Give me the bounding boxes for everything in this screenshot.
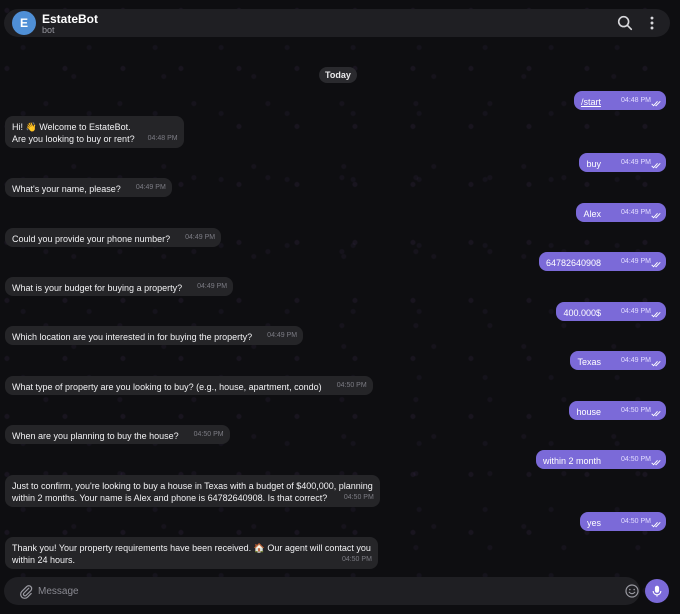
outgoing-message[interactable]: yes 04:50 PM — [579, 512, 666, 531]
outgoing-message[interactable]: Alex 04:49 PM — [576, 203, 666, 222]
chat-header: E EstateBot bot — [4, 9, 670, 37]
message-input[interactable] — [38, 582, 608, 600]
message-timestamp: 04:49 PM — [621, 159, 651, 166]
outgoing-message[interactable]: house 04:50 PM — [569, 401, 666, 420]
message-text: What type of property are you looking to… — [12, 381, 366, 393]
double-check-icon — [651, 521, 661, 528]
message-line: Texas — [577, 357, 601, 367]
message-text: Could you provide your phone number? — [12, 233, 214, 245]
incoming-message[interactable]: What type of property are you looking to… — [5, 376, 373, 395]
incoming-message[interactable]: Thank you! Your property requirements ha… — [5, 537, 378, 569]
incoming-message[interactable]: Just to confirm, you're looking to buy a… — [5, 475, 380, 507]
message-line: within 2 months. Your name is Alex and p… — [12, 493, 328, 503]
message-timestamp: 04:49 PM — [621, 308, 651, 315]
message-timestamp: 04:48 PM — [621, 97, 651, 104]
outgoing-message[interactable]: /start 04:48 PM — [573, 91, 666, 110]
incoming-message[interactable]: What's your name, please? 04:49 PM — [5, 178, 172, 197]
date-separator: Today — [319, 67, 357, 83]
microphone-icon — [652, 585, 662, 597]
outgoing-message[interactable]: within 2 month 04:50 PM — [535, 450, 666, 469]
message-line: 400.000$ — [563, 308, 601, 318]
message-text: Which location are you interested in for… — [12, 331, 296, 343]
incoming-message[interactable]: When are you planning to buy the house? 0… — [5, 425, 230, 444]
double-check-icon — [651, 212, 661, 219]
incoming-message[interactable]: Could you provide your phone number? 04:4… — [5, 228, 222, 247]
message-timestamp: 04:49 PM — [197, 283, 228, 290]
message-line: yes — [586, 518, 601, 528]
more-vertical-icon[interactable] — [643, 14, 661, 32]
incoming-message[interactable]: What is your budget for buying a propert… — [5, 277, 234, 296]
message-timestamp: 04:50 PM — [336, 382, 367, 389]
message-timestamp: 04:50 PM — [621, 518, 651, 525]
bot-avatar[interactable]: E — [12, 11, 36, 35]
double-check-icon — [651, 410, 661, 417]
double-check-icon — [651, 360, 661, 367]
message-timestamp: 04:49 PM — [267, 332, 298, 339]
incoming-message[interactable]: Which location are you interested in for… — [5, 326, 304, 345]
message-line: What is your budget for buying a propert… — [12, 283, 183, 293]
emoji-icon[interactable] — [624, 583, 640, 599]
outgoing-message[interactable]: 64782640908 04:49 PM — [538, 252, 666, 271]
message-line: buy — [586, 159, 601, 169]
message-line[interactable]: /start — [581, 97, 601, 107]
message-line: What's your name, please? — [12, 184, 121, 194]
double-check-icon — [651, 100, 661, 107]
message-timestamp: 04:50 PM — [621, 456, 651, 463]
chat-status: bot — [42, 25, 55, 35]
chat-title[interactable]: EstateBot — [42, 12, 98, 26]
search-icon[interactable] — [616, 14, 634, 32]
message-text: When are you planning to buy the house? — [12, 430, 223, 442]
message-line: Could you provide your phone number? — [12, 234, 171, 244]
message-timestamp: 04:49 PM — [185, 234, 216, 241]
double-check-icon — [651, 459, 661, 466]
message-timestamp: 04:49 PM — [621, 258, 651, 265]
message-timestamp: 04:50 PM — [341, 556, 372, 563]
message-line: within 24 hours. — [12, 555, 76, 565]
message-timestamp: 04:49 PM — [135, 184, 166, 191]
voice-message-button[interactable] — [645, 579, 669, 603]
message-text: Just to confirm, you're looking to buy a… — [12, 480, 373, 504]
message-timestamp: 04:50 PM — [193, 431, 224, 438]
double-check-icon — [651, 261, 661, 268]
message-line: When are you planning to buy the house? — [12, 431, 179, 441]
message-line: Thank you! Your property requirements ha… — [12, 543, 371, 553]
message-timestamp: 04:48 PM — [147, 135, 178, 142]
message-line: Just to confirm, you're looking to buy a… — [12, 481, 373, 491]
incoming-message[interactable]: Hi! 👋 Welcome to EstateBot. Are you looki… — [5, 116, 184, 148]
message-timestamp: 04:49 PM — [621, 209, 651, 216]
message-line: What type of property are you looking to… — [12, 382, 322, 392]
message-line: within 2 month — [542, 456, 601, 466]
message-line: house — [576, 407, 601, 417]
message-line: Hi! 👋 Welcome to EstateBot. — [12, 122, 131, 132]
message-text: What is your budget for buying a propert… — [12, 282, 226, 294]
message-text: Thank you! Your property requirements ha… — [12, 542, 371, 566]
outgoing-message[interactable]: buy 04:49 PM — [579, 153, 666, 172]
message-line: Which location are you interested in for… — [12, 332, 253, 342]
outgoing-message[interactable]: Texas 04:49 PM — [570, 351, 666, 370]
message-timestamp: 04:50 PM — [343, 494, 374, 501]
message-line: Alex — [583, 209, 601, 219]
double-check-icon — [651, 162, 661, 169]
outgoing-message[interactable]: 400.000$ 04:49 PM — [556, 302, 666, 321]
message-line: 64782640908 — [545, 258, 601, 268]
double-check-icon — [651, 311, 661, 318]
message-composer — [4, 577, 640, 605]
paperclip-icon[interactable] — [18, 583, 34, 599]
message-timestamp: 04:49 PM — [621, 357, 651, 364]
message-timestamp: 04:50 PM — [621, 407, 651, 414]
